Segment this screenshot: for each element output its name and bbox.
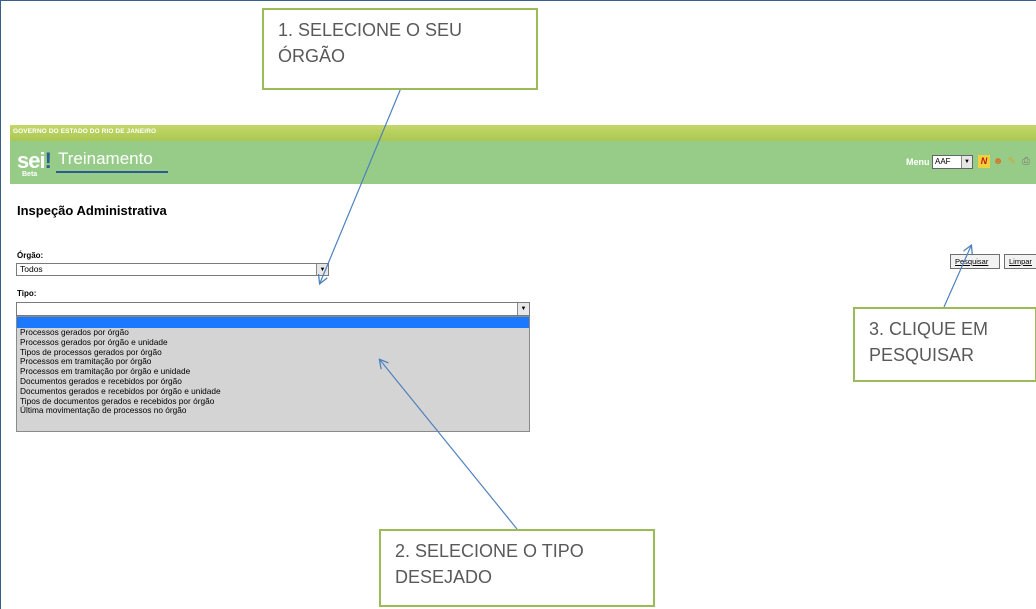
arrow-step3	[943, 246, 971, 308]
callout-step1-line2: ÓRGÃO	[278, 46, 346, 66]
callout-step1: 1. SELECIONE O SEU ÓRGÃO	[262, 8, 538, 90]
callout-step3-line2: PESQUISAR	[869, 345, 975, 365]
callout-step1-line1: 1. SELECIONE O SEU	[278, 20, 463, 40]
callout-step2-line1: 2. SELECIONE O TIPO	[395, 541, 584, 561]
arrow-step2	[380, 360, 518, 530]
callout-step3: 3. CLIQUE EM PESQUISAR	[853, 307, 1036, 382]
callout-step2-line2: DESEJADO	[395, 567, 493, 587]
callout-arrows	[0, 87, 1036, 530]
callout-step3-line1: 3. CLIQUE EM	[869, 319, 989, 339]
arrow-step1	[320, 87, 402, 283]
callout-step2: 2. SELECIONE O TIPO DESEJADO	[379, 529, 655, 607]
